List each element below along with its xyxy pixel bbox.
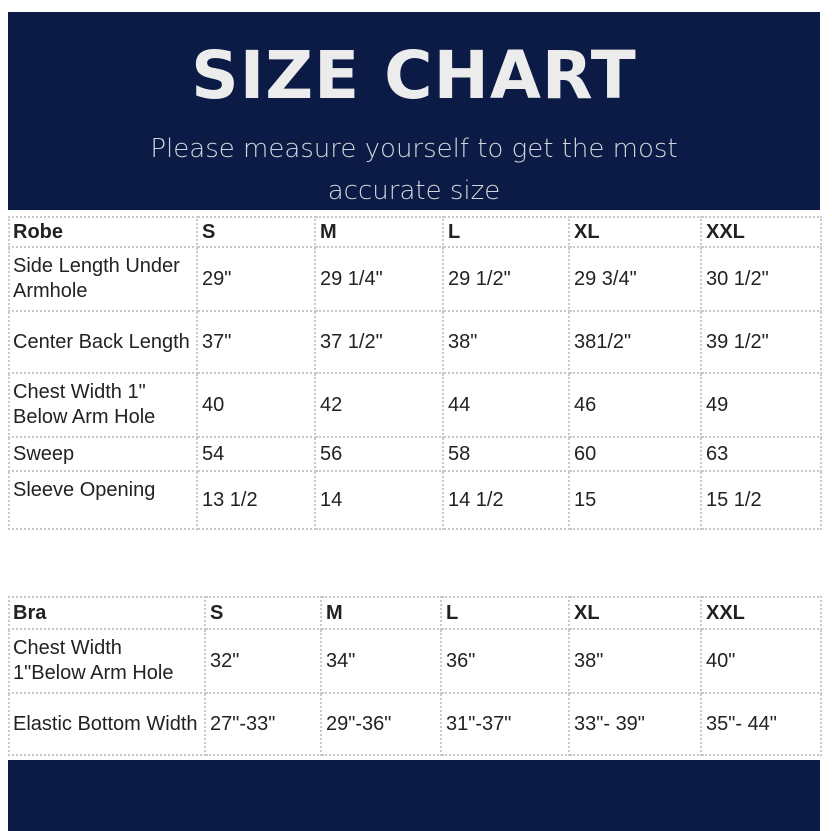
table-cell: 39 1/2" — [700, 310, 822, 374]
page-subtitle: Please measure yourself to get the most … — [150, 134, 678, 206]
table-row: Chest Width 1"Below Arm Hole 32" 34" 36"… — [8, 628, 822, 694]
table-cell: 36" — [440, 628, 570, 694]
table-cell: 60 — [568, 436, 702, 472]
table-cell: 49 — [700, 372, 822, 438]
robe-header-label: Robe — [8, 216, 198, 248]
table-cell: 15 1/2 — [700, 470, 822, 530]
footer-banner — [8, 760, 820, 831]
page-title: SIZE CHART — [191, 37, 637, 114]
bra-size-table: Bra S M L XL XXL Chest Width 1"Below Arm… — [8, 596, 822, 756]
table-cell: 63 — [700, 436, 822, 472]
bra-header-xl: XL — [568, 596, 702, 630]
table-cell: 29"-36" — [320, 692, 442, 756]
table-cell: 46 — [568, 372, 702, 438]
table-cell: 30 1/2" — [700, 246, 822, 312]
table-cell: 33"- 39" — [568, 692, 702, 756]
table-cell: 381/2" — [568, 310, 702, 374]
table-cell: 34" — [320, 628, 442, 694]
bra-header-m: M — [320, 596, 442, 630]
table-row: Center Back Length 37" 37 1/2" 38" 381/2… — [8, 310, 822, 374]
table-cell: 37 1/2" — [314, 310, 444, 374]
table-cell: 56 — [314, 436, 444, 472]
table-row: Side Length Under Armhole 29" 29 1/4" 29… — [8, 246, 822, 312]
table-cell: 31"-37" — [440, 692, 570, 756]
row-label: Side Length Under Armhole — [8, 246, 198, 312]
row-label: Chest Width 1"Below Arm Hole — [8, 628, 206, 694]
robe-header-l: L — [442, 216, 570, 248]
bra-header-xxl: XXL — [700, 596, 822, 630]
row-label: Chest Width 1" Below Arm Hole — [8, 372, 198, 438]
table-cell: 29 1/2" — [442, 246, 570, 312]
row-label: Sweep — [8, 436, 198, 472]
table-cell: 29 3/4" — [568, 246, 702, 312]
robe-header-row: Robe S M L XL XXL — [8, 216, 822, 248]
robe-header-m: M — [314, 216, 444, 248]
robe-header-xxl: XXL — [700, 216, 822, 248]
bra-header-label: Bra — [8, 596, 206, 630]
table-cell: 13 1/2 — [196, 470, 316, 530]
table-cell: 37" — [196, 310, 316, 374]
bra-header-s: S — [204, 596, 322, 630]
row-label: Center Back Length — [8, 310, 198, 374]
table-cell: 38" — [442, 310, 570, 374]
header-banner: SIZE CHART Please measure yourself to ge… — [8, 12, 820, 210]
table-cell: 32" — [204, 628, 322, 694]
table-cell: 14 — [314, 470, 444, 530]
table-cell: 40" — [700, 628, 822, 694]
table-row: Elastic Bottom Width 27"-33" 29"-36" 31"… — [8, 692, 822, 756]
table-cell: 27"-33" — [204, 692, 322, 756]
table-cell: 44 — [442, 372, 570, 438]
table-cell: 35"- 44" — [700, 692, 822, 756]
table-cell: 40 — [196, 372, 316, 438]
row-label: Elastic Bottom Width — [8, 692, 206, 756]
robe-size-table: Robe S M L XL XXL Side Length Under Armh… — [8, 216, 822, 530]
robe-header-s: S — [196, 216, 316, 248]
bra-header-l: L — [440, 596, 570, 630]
table-cell: 54 — [196, 436, 316, 472]
table-cell: 29 1/4" — [314, 246, 444, 312]
table-row: Chest Width 1" Below Arm Hole 40 42 44 4… — [8, 372, 822, 438]
table-cell: 15 — [568, 470, 702, 530]
robe-header-xl: XL — [568, 216, 702, 248]
table-row: Sleeve Opening 13 1/2 14 14 1/2 15 15 1/… — [8, 470, 822, 530]
table-cell: 29" — [196, 246, 316, 312]
table-row: Sweep 54 56 58 60 63 — [8, 436, 822, 472]
table-cell: 42 — [314, 372, 444, 438]
table-cell: 14 1/2 — [442, 470, 570, 530]
table-cell: 58 — [442, 436, 570, 472]
row-label: Sleeve Opening — [8, 470, 198, 530]
bra-header-row: Bra S M L XL XXL — [8, 596, 822, 630]
table-cell: 38" — [568, 628, 702, 694]
